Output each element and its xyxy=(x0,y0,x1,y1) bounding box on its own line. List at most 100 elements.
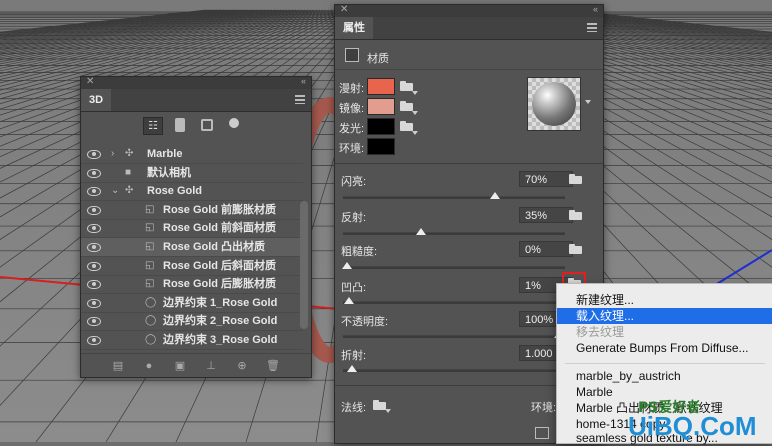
dropdown-arrow-icon xyxy=(385,409,391,413)
shine-slider[interactable] xyxy=(343,192,565,199)
roughness-slider-knob[interactable] xyxy=(342,262,352,269)
specular-color-swatch[interactable] xyxy=(367,98,395,115)
divider xyxy=(335,163,603,164)
tree-row-label: 边界约束 1_Rose Gold xyxy=(163,296,278,309)
menu-item-new-texture[interactable]: 新建纹理... xyxy=(557,292,772,308)
watermark-text: UiBQ.CoM xyxy=(628,411,757,441)
specular-label: 镜像: xyxy=(339,103,365,115)
scene-icon[interactable]: ▤ xyxy=(111,360,125,372)
tree-row[interactable]: ◱ Rose Gold 前膨胀材质 xyxy=(81,201,303,220)
preview-dropdown-icon[interactable] xyxy=(585,100,591,104)
tree-row[interactable]: ◯ 边界约束 1_Rose Gold xyxy=(81,294,303,313)
opacity-slider[interactable] xyxy=(343,331,565,338)
visibility-eye-icon[interactable] xyxy=(87,168,101,178)
menu-item-generate-bumps[interactable]: Generate Bumps From Diffuse... xyxy=(557,340,772,356)
material-icon: ◱ xyxy=(145,222,155,234)
material-filter-icon[interactable] xyxy=(201,119,213,131)
shine-slider-knob[interactable] xyxy=(490,192,500,199)
dropdown-arrow-icon xyxy=(412,111,418,115)
tree-row[interactable]: ◱ Rose Gold 前斜面材质 xyxy=(81,219,303,239)
visibility-eye-icon[interactable] xyxy=(87,261,101,271)
tree-row[interactable]: ■ 默认相机 xyxy=(81,164,303,183)
close-icon[interactable]: ✕ xyxy=(86,76,94,87)
tree-row-label: Rose Gold 后斜面材质 xyxy=(163,259,277,272)
close-icon[interactable]: ✕ xyxy=(340,4,348,15)
render-icon[interactable]: ▣ xyxy=(173,360,187,372)
shine-value-field[interactable]: 70% xyxy=(519,171,573,187)
tree-row[interactable]: ◱ Rose Gold 后斜面材质 xyxy=(81,257,303,276)
visibility-eye-icon[interactable] xyxy=(87,187,101,197)
refraction-slider-knob[interactable] xyxy=(347,365,357,372)
illumination-label: 发光: xyxy=(339,123,365,135)
constraint-add-icon[interactable]: ⊕ xyxy=(235,360,249,372)
reflection-slider-knob[interactable] xyxy=(416,228,426,235)
tree-row[interactable]: ◱ Rose Gold 后膨胀材质 xyxy=(81,275,303,295)
opacity-label: 不透明度: xyxy=(341,316,389,328)
chevron-down-icon[interactable]: ⌄ xyxy=(111,186,121,196)
mesh-filter-icon[interactable] xyxy=(175,118,185,132)
dropdown-arrow-icon xyxy=(412,131,418,135)
refraction-label: 折射: xyxy=(341,350,367,362)
mesh-icon: ✣ xyxy=(125,148,134,159)
visibility-eye-icon[interactable] xyxy=(87,224,101,234)
tree-row[interactable]: ◯ 边界约束 3_Rose Gold xyxy=(81,331,303,350)
bump-slider-knob[interactable] xyxy=(344,297,354,304)
ground-icon[interactable]: ⊥ xyxy=(204,360,218,372)
collapse-icon[interactable]: « xyxy=(301,76,306,86)
visibility-eye-icon[interactable] xyxy=(87,205,101,215)
tab-properties[interactable]: 属性 xyxy=(335,17,373,39)
ambient-color-swatch[interactable] xyxy=(367,138,395,155)
panel-bottom-icon[interactable] xyxy=(535,427,549,439)
menu-item-load-texture[interactable]: 载入纹理... xyxy=(557,308,772,324)
constraint-icon: ◯ xyxy=(145,315,157,327)
tree-row[interactable]: ◯ 边界约束 2_Rose Gold xyxy=(81,312,303,332)
camera-icon: ■ xyxy=(125,166,132,178)
visibility-eye-icon[interactable] xyxy=(87,150,101,159)
scene-filter-icon[interactable]: ☷ xyxy=(143,117,163,135)
ambient-label: 环境: xyxy=(339,143,365,155)
panel-tab-bar: 属性 xyxy=(335,17,603,40)
tree-row[interactable]: ⌄ ✣ Rose Gold xyxy=(81,182,303,202)
material-preview-sphere[interactable] xyxy=(527,77,581,131)
light-filter-icon[interactable] xyxy=(229,118,239,128)
roughness-label: 粗糙度: xyxy=(341,246,378,258)
chevron-right-icon[interactable]: › xyxy=(111,149,121,159)
visibility-eye-icon[interactable] xyxy=(87,317,101,327)
roughness-slider[interactable] xyxy=(342,262,565,269)
panel-menu-icon[interactable] xyxy=(587,23,597,32)
shine-label: 闪亮: xyxy=(341,176,367,188)
visibility-eye-icon[interactable] xyxy=(87,336,101,345)
bump-slider[interactable] xyxy=(343,297,565,304)
refraction-slider[interactable] xyxy=(343,365,565,372)
reflection-slider[interactable] xyxy=(343,228,565,235)
trash-icon[interactable]: 🗑 xyxy=(266,360,280,372)
tab-3d[interactable]: 3D xyxy=(81,89,112,111)
tree-row[interactable]: › ✣ Marble xyxy=(81,145,303,164)
reflection-texture-icon[interactable] xyxy=(569,210,583,221)
shine-texture-icon[interactable] xyxy=(569,174,583,185)
tree-row-label: Rose Gold 凸出材质 xyxy=(163,241,266,253)
constraint-icon: ◯ xyxy=(145,334,157,345)
light-bulb-icon[interactable]: ● xyxy=(142,360,156,372)
diffuse-color-swatch[interactable] xyxy=(367,78,395,95)
visibility-eye-icon[interactable] xyxy=(87,243,101,252)
tree-row-label: 边界约束 3_Rose Gold xyxy=(163,334,278,346)
visibility-eye-icon[interactable] xyxy=(87,298,101,308)
illumination-color-swatch[interactable] xyxy=(367,118,395,135)
dropdown-arrow-icon xyxy=(412,91,418,95)
reflection-value-field[interactable]: 35% xyxy=(519,207,573,223)
visibility-eye-icon[interactable] xyxy=(87,280,101,290)
tree-scrollbar[interactable] xyxy=(300,201,308,329)
tree-row-label: Marble xyxy=(147,148,183,160)
collapse-icon[interactable]: « xyxy=(593,4,598,14)
material-section-icon xyxy=(345,48,359,62)
menu-item-recent-texture[interactable]: marble_by_austrich xyxy=(557,368,772,384)
panel-titlebar: ✕ « xyxy=(81,76,311,89)
roughness-value-field[interactable]: 0% xyxy=(519,241,573,257)
roughness-texture-icon[interactable] xyxy=(569,244,583,255)
filter-toolbar: ☷ xyxy=(81,113,311,141)
section-title: 材质 xyxy=(367,53,389,65)
panel-menu-icon[interactable] xyxy=(295,95,305,104)
section-header: 材质 xyxy=(335,41,603,70)
tree-row[interactable]: ◱ Rose Gold 凸出材质 xyxy=(81,238,303,257)
